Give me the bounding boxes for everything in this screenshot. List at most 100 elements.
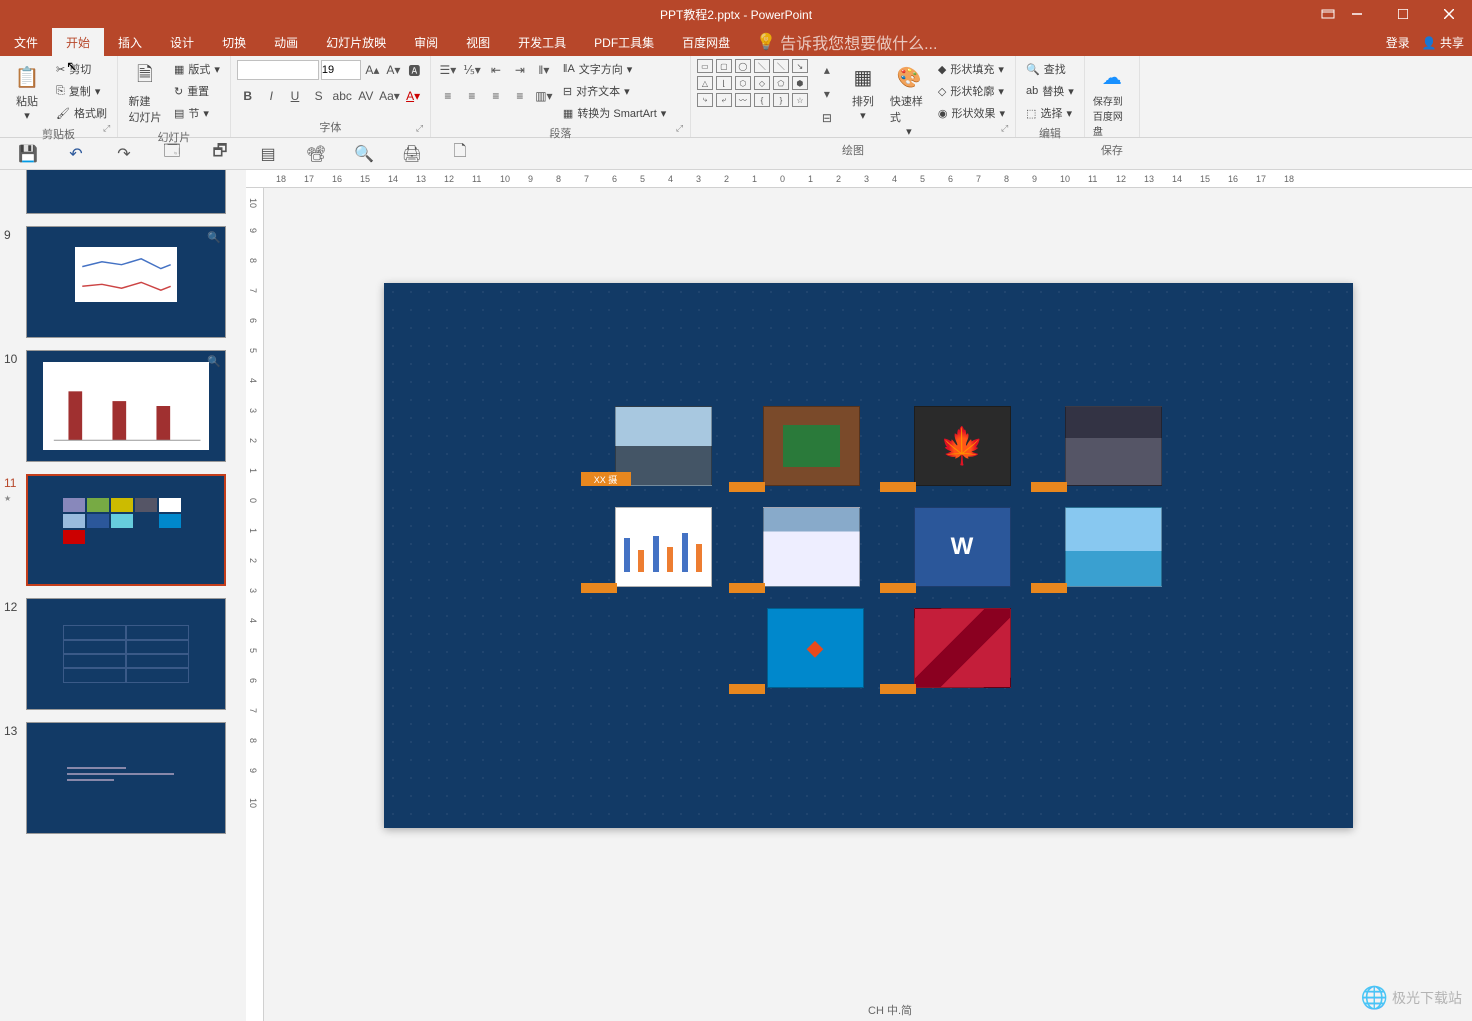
slide-image-office[interactable]: [767, 608, 864, 688]
slide-preview[interactable]: [26, 722, 226, 834]
layout-button[interactable]: ▦版式 ▾: [170, 59, 224, 79]
image-caption-8[interactable]: [1031, 583, 1067, 593]
quick-styles-button[interactable]: 🎨 快速样式▾: [888, 59, 930, 140]
slide-image-word[interactable]: W: [914, 507, 1011, 587]
slide-image-frame[interactable]: [763, 406, 860, 486]
qat-icon-6[interactable]: 🖨: [402, 144, 422, 164]
convert-smartart-button[interactable]: ▦转换为 SmartArt ▾: [559, 103, 670, 123]
slide-image-leaf[interactable]: [914, 406, 1011, 486]
char-spacing-icon[interactable]: AV: [355, 85, 377, 107]
find-button[interactable]: 🔍查找: [1022, 59, 1078, 79]
replace-button[interactable]: ab替换 ▾: [1022, 81, 1078, 101]
image-caption-2[interactable]: [729, 482, 765, 492]
section-button[interactable]: ▤节 ▾: [170, 103, 224, 123]
slide-canvas[interactable]: XX 摄 W: [384, 283, 1353, 828]
gallery-more-icon[interactable]: ⊟: [816, 107, 838, 129]
dialog-launcher-icon[interactable]: ⤢: [676, 123, 688, 135]
tab-view[interactable]: 视图: [452, 28, 504, 56]
dialog-launcher-icon[interactable]: ⤢: [416, 123, 428, 135]
close-icon[interactable]: [1426, 0, 1472, 28]
save-cloud-button[interactable]: ☁ 保存到 百度网盘: [1091, 59, 1133, 140]
image-caption-1[interactable]: XX 摄: [581, 472, 631, 486]
decrease-indent-icon[interactable]: ⇤: [485, 59, 507, 81]
tab-baidu[interactable]: 百度网盘: [668, 28, 744, 56]
image-caption-6[interactable]: [729, 583, 765, 593]
format-painter-button[interactable]: 🖌格式刷: [52, 103, 111, 123]
italic-icon[interactable]: I: [261, 85, 283, 107]
numbering-icon[interactable]: ⅕▾: [461, 59, 483, 81]
align-text-button[interactable]: ⊟对齐文本 ▾: [559, 81, 670, 101]
qat-icon-3[interactable]: ▤: [258, 144, 278, 164]
dialog-launcher-icon[interactable]: ⤢: [103, 123, 115, 135]
slide-thumbnail-panel[interactable]: 9 🔍 10 🔍 11★: [0, 170, 246, 1021]
thumbnail-slide-11[interactable]: 11★: [0, 474, 246, 586]
shadow-icon[interactable]: abc: [331, 85, 353, 107]
clear-format-icon[interactable]: 🅰: [405, 59, 424, 81]
thumbnail-slide-12[interactable]: 12: [0, 598, 246, 710]
tab-slideshow[interactable]: 幻灯片放映: [312, 28, 400, 56]
shape-effects-button[interactable]: ◉形状效果 ▾: [934, 103, 1009, 123]
shape-gallery[interactable]: ▭▢◯＼＼↘ △⌊⬡◇⬠⬢ ⤷⤶〰{}☆: [697, 59, 810, 109]
thumbnail-slide-10[interactable]: 10 🔍: [0, 350, 246, 462]
slide-image-beach[interactable]: [1065, 507, 1162, 587]
align-right-icon[interactable]: ≡: [485, 85, 507, 107]
copy-button[interactable]: ⎘复制 ▾: [52, 81, 111, 101]
maximize-icon[interactable]: [1380, 0, 1426, 28]
new-slide-button[interactable]: 🗎 新建 幻灯片: [124, 59, 166, 127]
tell-me-search[interactable]: 💡 告诉我您想要做什么...: [756, 28, 937, 56]
image-caption-7[interactable]: [880, 583, 916, 593]
arrange-button[interactable]: ▦ 排列▾: [842, 59, 884, 124]
image-caption-5[interactable]: [581, 583, 617, 593]
tab-home[interactable]: 开始: [52, 28, 104, 56]
font-size-select[interactable]: [321, 60, 361, 80]
decrease-font-icon[interactable]: A▾: [384, 59, 403, 81]
tab-design[interactable]: 设计: [156, 28, 208, 56]
columns-icon[interactable]: ▥▾: [533, 85, 555, 107]
slide-preview[interactable]: [26, 170, 226, 214]
vertical-ruler[interactable]: 10987654321012345678910: [246, 188, 264, 1021]
dialog-launcher-icon[interactable]: ⤢: [1001, 123, 1013, 135]
paste-button[interactable]: 📋 粘贴 ▾: [6, 59, 48, 124]
bullets-icon[interactable]: ☰▾: [437, 59, 459, 81]
align-justify-icon[interactable]: ≡: [509, 85, 531, 107]
language-status[interactable]: CH 中.简: [868, 1002, 912, 1018]
qat-icon-1[interactable]: 🗔: [162, 144, 182, 164]
strikethrough-icon[interactable]: S: [308, 85, 330, 107]
tab-pdf[interactable]: PDF工具集: [580, 28, 668, 56]
font-color-icon[interactable]: A▾: [402, 85, 424, 107]
reset-button[interactable]: ↻重置: [170, 81, 224, 101]
text-direction-button[interactable]: ‖A文字方向 ▾: [559, 59, 670, 79]
align-left-icon[interactable]: ≡: [437, 85, 459, 107]
tab-insert[interactable]: 插入: [104, 28, 156, 56]
increase-font-icon[interactable]: A▴: [363, 59, 382, 81]
image-caption-3[interactable]: [880, 482, 916, 492]
slide-image-city[interactable]: [1065, 406, 1162, 486]
zoom-icon[interactable]: 🔍: [207, 231, 221, 244]
qat-icon-5[interactable]: 🔍: [354, 144, 374, 164]
slide-preview[interactable]: [26, 474, 226, 586]
image-caption-10[interactable]: [880, 684, 916, 694]
slide-preview[interactable]: 🔍: [26, 350, 226, 462]
gallery-up-icon[interactable]: ▴: [816, 59, 838, 81]
canvas-area[interactable]: XX 摄 W: [264, 188, 1472, 1021]
gallery-down-icon[interactable]: ▾: [816, 83, 838, 105]
tab-file[interactable]: 文件: [0, 28, 52, 56]
login-link[interactable]: 登录: [1386, 34, 1410, 51]
change-case-icon[interactable]: Aa▾: [379, 85, 401, 107]
qat-icon-2[interactable]: 🗗: [210, 144, 230, 164]
share-button[interactable]: 👤 共享: [1422, 34, 1464, 51]
cut-button[interactable]: ✂剪切: [52, 59, 111, 79]
shape-outline-button[interactable]: ◇形状轮廓 ▾: [934, 81, 1009, 101]
shape-fill-button[interactable]: ◆形状填充 ▾: [934, 59, 1009, 79]
thumbnail-slide-13[interactable]: 13: [0, 722, 246, 834]
horizontal-ruler[interactable]: 1817161514131211109876543210123456789101…: [246, 170, 1472, 188]
slide-preview[interactable]: 🔍: [26, 226, 226, 338]
qat-icon-4[interactable]: 📽: [306, 144, 326, 164]
slide-preview[interactable]: [26, 598, 226, 710]
bold-icon[interactable]: B: [237, 85, 259, 107]
qat-icon-7[interactable]: 🗋: [450, 144, 470, 164]
select-button[interactable]: ⬚选择 ▾: [1022, 103, 1078, 123]
thumbnail-slide-9[interactable]: 9 🔍: [0, 226, 246, 338]
slide-image-doctor[interactable]: [763, 507, 860, 587]
save-icon[interactable]: 💾: [18, 144, 38, 164]
